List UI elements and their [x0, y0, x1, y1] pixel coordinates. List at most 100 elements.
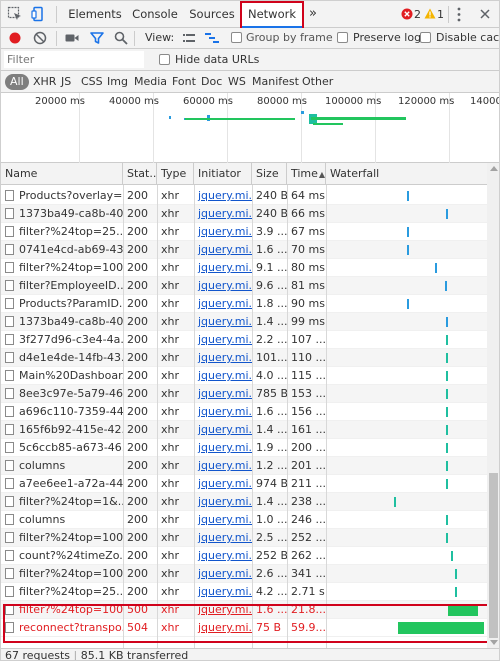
waterfall-bar[interactable] — [445, 209, 448, 219]
cell-initiator[interactable]: jquery.mi... — [194, 241, 252, 259]
cell-initiator[interactable]: jquery.mi... — [194, 511, 252, 529]
cell-name[interactable]: 3f277d96-c3e4-4a... — [1, 331, 123, 349]
cell-initiator[interactable]: jquery.mi... — [194, 547, 252, 565]
cursor-select-icon[interactable] — [7, 6, 23, 22]
waterfall-bar[interactable] — [445, 317, 448, 327]
cell-name[interactable]: filter?%24top=100... — [1, 259, 123, 277]
table-row[interactable]: a696c110-7359-44... 200 xhr jquery.mi... 1.6… — [1, 403, 487, 421]
cell-name[interactable]: Products?ParamID... — [1, 295, 123, 313]
filter-input[interactable] — [4, 51, 144, 68]
waterfall-bar[interactable] — [445, 353, 448, 363]
waterfall-bar[interactable] — [454, 569, 457, 579]
cell-initiator[interactable]: jquery.mi... — [194, 385, 252, 403]
tab-sources[interactable]: Sources — [187, 1, 237, 28]
cell-name[interactable]: reconnect?transpo... — [1, 619, 123, 637]
type-filter-other[interactable]: Other — [300, 74, 335, 90]
cell-name[interactable]: 165f6b92-415e-42... — [1, 421, 123, 439]
kebab-menu-icon[interactable] — [456, 7, 462, 22]
waterfall-bar[interactable] — [445, 371, 448, 381]
cell-name[interactable]: filter?%24top=100... — [1, 565, 123, 583]
waterfall-bar[interactable] — [445, 281, 448, 291]
table-row[interactable]: filter?%24top=1&... 200 xhr jquery.mi... 1.4… — [1, 493, 487, 511]
device-toggle-icon[interactable] — [30, 6, 46, 22]
table-row[interactable]: 5c6ccb85-a673-46... 200 xhr jquery.mi... 1.9… — [1, 439, 487, 457]
network-overview[interactable]: 20000 ms 40000 ms 60000 ms 80000 ms 1000… — [1, 93, 499, 163]
table-row[interactable]: a7ee6ee1-a72a-44... 200 xhr jquery.mi... 974… — [1, 475, 487, 493]
table-scrollbar[interactable] — [487, 163, 499, 648]
cell-initiator[interactable]: jquery.mi... — [194, 349, 252, 367]
hide-data-urls-checkbox[interactable] — [159, 54, 170, 65]
cell-name[interactable]: 0741e4cd-ab69-43... — [1, 241, 123, 259]
cell-initiator[interactable]: jquery.mi... — [194, 565, 252, 583]
cell-name[interactable]: filter?%24top=100... — [1, 529, 123, 547]
cell-initiator[interactable]: jquery.mi... — [194, 475, 252, 493]
cell-initiator[interactable]: jquery.mi... — [194, 529, 252, 547]
cell-initiator[interactable]: jquery.mi... — [194, 313, 252, 331]
type-filter-font[interactable]: Font — [170, 74, 198, 90]
close-icon[interactable] — [480, 9, 490, 19]
type-filter-js[interactable]: JS — [59, 74, 73, 90]
type-filter-css[interactable]: CSS — [79, 74, 105, 90]
cell-initiator[interactable]: jquery.mi... — [194, 457, 252, 475]
cell-initiator[interactable]: jquery.mi... — [194, 367, 252, 385]
record-icon[interactable] — [7, 30, 23, 46]
type-filter-img[interactable]: Img — [105, 74, 130, 90]
clear-icon[interactable] — [32, 30, 48, 46]
cell-initiator[interactable]: jquery.mi... — [194, 403, 252, 421]
cell-name[interactable]: filter?%24top=25... — [1, 223, 123, 241]
table-row[interactable]: Products?ParamID... 200 xhr jquery.mi... 1.8… — [1, 295, 487, 313]
cell-name[interactable]: columns — [1, 511, 123, 529]
cell-name[interactable]: 1373ba49-ca8b-40... — [1, 205, 123, 223]
table-row[interactable]: filter?%24top=25... 200 xhr jquery.mi... 3.9… — [1, 223, 487, 241]
table-row[interactable]: filter?%24top=100... 200 xhr jquery.mi... 2.… — [1, 565, 487, 583]
cell-name[interactable]: filter?%24top=25... — [1, 583, 123, 601]
cell-initiator[interactable]: jquery.mi... — [194, 619, 252, 637]
waterfall-bar[interactable] — [445, 533, 448, 543]
table-row[interactable]: Main%20Dashboar... 200 xhr jquery.mi... 4.0 … — [1, 367, 487, 385]
waterfall-bar[interactable] — [445, 389, 448, 399]
type-filter-ws[interactable]: WS — [226, 74, 248, 90]
waterfall-bar[interactable] — [454, 587, 458, 597]
column-header-type[interactable]: Type — [157, 163, 194, 185]
type-filter-xhr[interactable]: XHR — [31, 74, 58, 90]
table-row[interactable]: d4e1e4de-14fb-43... 200 xhr jquery.mi... 101… — [1, 349, 487, 367]
cell-initiator[interactable]: jquery.mi... — [194, 277, 252, 295]
table-row-failed[interactable]: reconnect?transpo... 504 xhr jquery.mi... 75… — [1, 619, 487, 637]
waterfall-overview-icon[interactable] — [204, 30, 220, 46]
cell-name[interactable]: Products?overlay=... — [1, 187, 123, 205]
cell-initiator[interactable]: jquery.mi... — [194, 205, 252, 223]
cell-initiator[interactable]: jquery.mi... — [194, 583, 252, 601]
column-header-size[interactable]: Size — [252, 163, 287, 185]
waterfall-bar[interactable] — [450, 551, 453, 561]
waterfall-bar[interactable] — [445, 335, 448, 345]
table-row[interactable]: columns 200 xhr jquery.mi... 1.2 ... 201 ... — [1, 457, 487, 475]
waterfall-bar[interactable] — [445, 425, 448, 435]
table-row[interactable]: filter?%24top=25... 200 xhr jquery.mi... 4.2… — [1, 583, 487, 601]
column-header-name[interactable]: Name — [1, 163, 123, 185]
cell-initiator[interactable]: jquery.mi... — [194, 259, 252, 277]
column-header-time[interactable]: Time▲ — [287, 163, 326, 185]
table-row[interactable]: 8ee3c97e-5a79-46... 200 xhr jquery.mi... 785… — [1, 385, 487, 403]
cell-initiator[interactable]: jquery.mi... — [194, 331, 252, 349]
table-row[interactable]: 165f6b92-415e-42... 200 xhr jquery.mi... 1.4… — [1, 421, 487, 439]
column-header-initiator[interactable]: Initiator — [194, 163, 252, 185]
type-filter-manifest[interactable]: Manifest — [250, 74, 301, 90]
search-icon[interactable] — [113, 30, 129, 46]
table-row[interactable]: filter?EmployeeID... 200 xhr jquery.mi... 9.… — [1, 277, 487, 295]
type-filter-all[interactable]: All — [5, 74, 29, 90]
waterfall-bar[interactable] — [445, 515, 448, 525]
cell-name[interactable]: a7ee6ee1-a72a-44... — [1, 475, 123, 493]
large-rows-icon[interactable] — [181, 30, 197, 46]
waterfall-bar[interactable] — [406, 245, 409, 255]
cell-initiator[interactable]: jquery.mi... — [194, 187, 252, 205]
cell-initiator[interactable]: jquery.mi... — [194, 601, 252, 619]
cell-initiator[interactable]: jquery.mi... — [194, 295, 252, 313]
table-row-failed[interactable]: filter?%24top=100... 500 xhr jquery.mi... 1.… — [1, 601, 487, 619]
cell-name[interactable]: 8ee3c97e-5a79-46... — [1, 385, 123, 403]
cell-initiator[interactable]: jquery.mi... — [194, 223, 252, 241]
waterfall-bar[interactable] — [447, 604, 479, 616]
cell-initiator[interactable]: jquery.mi... — [194, 439, 252, 457]
cell-name[interactable]: 5c6ccb85-a673-46... — [1, 439, 123, 457]
waterfall-bar[interactable] — [445, 479, 448, 489]
table-row[interactable]: count?%24timeZo... 200 xhr jquery.mi... 252 … — [1, 547, 487, 565]
